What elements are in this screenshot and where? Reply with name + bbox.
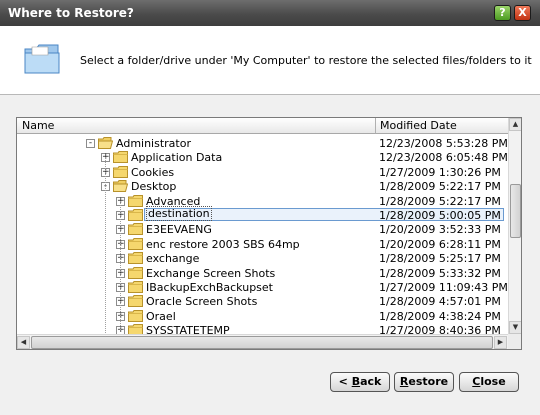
folder-icon [128,194,143,207]
folder-icon [128,209,143,221]
folder-name: Desktop [131,180,177,194]
folder-tree[interactable]: Name Modified Date - Administrator 12/23/2… [16,117,522,350]
tree-row[interactable]: + Application Data 12/23/2008 6:05:48 PM [17,150,508,165]
folder-name: Application Data [131,151,223,165]
tree-rows: - Administrator 12/23/2008 5:53:28 PM + Appl… [17,134,508,334]
modified-date: 12/23/2008 5:53:28 PM [379,137,508,150]
scroll-down-arrow-icon[interactable]: ▼ [509,321,521,334]
tree-row[interactable]: + Exchange Screen Shots 1/28/2009 5:33:32 … [17,266,508,281]
collapse-toggle-icon[interactable]: - [86,139,95,148]
scroll-left-arrow-icon[interactable]: ◀ [17,336,30,349]
folder-icon [113,165,128,178]
folder-icon [128,295,143,308]
tree-row[interactable]: - Administrator 12/23/2008 5:53:28 PM [17,136,508,151]
instruction-text: Select a folder/drive under 'My Computer… [80,54,532,67]
tree-row[interactable]: - Desktop 1/28/2009 5:22:17 PM [17,179,508,194]
horizontal-scroll-thumb[interactable] [31,336,493,349]
folder-icon [24,44,60,74]
folder-name: Orael [146,309,176,323]
modified-date: 1/28/2009 5:22:17 PM [379,194,501,208]
tree-row-selected[interactable]: + destination 1/28/2009 5:00:05 PM [17,206,508,223]
tree-row[interactable]: + Advanced 1/28/2009 5:22:17 PM [17,194,508,209]
modified-date: 1/20/2009 6:28:11 PM [379,237,501,251]
tree-row[interactable]: + IBackupExchBackupset 1/27/2009 11:09:43 … [17,280,508,295]
scroll-right-arrow-icon[interactable]: ▶ [494,336,507,349]
vertical-scrollbar[interactable]: ▲ ▼ [508,118,521,334]
vertical-scroll-thumb[interactable] [510,184,521,238]
open-folder-icon [98,137,114,149]
modified-date: 1/28/2009 5:22:17 PM [379,180,501,194]
modified-date: 1/28/2009 4:38:24 PM [379,309,501,323]
dialog-body: Name Modified Date - Administrator 12/23/2… [0,95,540,415]
back-button[interactable]: < Back [330,372,390,392]
back-button-accesskey: B [351,375,361,388]
tree-guide-line [105,157,106,334]
horizontal-scrollbar[interactable]: ◀ ▶ [17,334,508,349]
folder-icon [113,151,128,164]
folder-icon [128,281,143,293]
modified-date: 1/28/2009 5:25:17 PM [379,252,501,266]
modified-date: 12/23/2008 6:05:48 PM [379,151,508,165]
folder-name: Exchange Screen Shots [146,266,276,280]
column-header-name[interactable]: Name [17,118,376,134]
tree-guide-line [120,200,121,331]
tree-row[interactable]: + Orael 1/28/2009 4:38:24 PM [17,309,508,324]
modified-date: 1/28/2009 4:57:01 PM [379,295,501,309]
column-header-modified-date[interactable]: Modified Date [376,118,508,134]
tree-row[interactable]: + exchange 1/28/2009 5:25:17 PM [17,251,508,266]
scrollbar-corner [508,334,521,349]
folder-name: exchange [146,252,200,266]
folder-name: E3EEVAENG [146,223,212,237]
open-folder-icon [113,180,129,193]
modified-date: 1/28/2009 5:33:32 PM [379,266,501,280]
modified-date: 1/27/2009 8:40:36 PM [379,324,501,334]
window-close-button[interactable]: X [514,5,531,21]
tree-row[interactable]: + Oracle Screen Shots 1/28/2009 4:57:01 PM [17,294,508,309]
modified-date: 1/20/2009 3:52:33 PM [379,223,501,237]
back-button-label: ack [360,375,382,388]
folder-name: SYSSTATETEMP [146,324,230,334]
modified-date: 1/27/2009 1:30:26 PM [379,165,501,179]
dialog-header: Select a folder/drive under 'My Computer… [0,26,540,95]
window-title: Where to Restore? [8,6,134,20]
scroll-up-arrow-icon[interactable]: ▲ [509,118,521,131]
folder-name: enc restore 2003 SBS 64mp [146,237,300,251]
tree-row[interactable]: + SYSSTATETEMP 1/27/2009 8:40:36 PM [17,323,508,334]
where-to-restore-dialog: Where to Restore? ? X Select a folder/dr… [0,0,540,415]
folder-name: Administrator [116,137,191,150]
tree-row[interactable]: + enc restore 2003 SBS 64mp 1/20/2009 6:28… [17,237,508,252]
title-bar[interactable]: Where to Restore? ? X [0,0,540,27]
close-button-label: lose [480,375,506,388]
folder-icon [128,223,143,236]
restore-button[interactable]: Restore [394,372,454,392]
restore-button-label: estore [408,375,449,388]
tree-row[interactable]: + E3EEVAENG 1/20/2009 3:52:33 PM [17,222,508,237]
modified-date: 1/28/2009 5:00:05 PM [379,209,501,222]
folder-name: IBackupExchBackupset [146,281,273,294]
folder-name: Cookies [131,165,175,179]
folder-icon [128,266,143,279]
folder-name: Oracle Screen Shots [146,295,258,309]
folder-icon [128,324,143,334]
folder-icon [128,237,143,250]
back-button-prefix: < [338,375,352,388]
help-button[interactable]: ? [494,5,511,21]
modified-date: 1/27/2009 11:09:43 PM [379,281,508,294]
folder-name: destination [146,206,212,221]
close-button[interactable]: Close [459,372,519,392]
folder-icon [128,309,143,322]
folder-icon [128,252,143,265]
tree-row[interactable]: + Cookies 1/27/2009 1:30:26 PM [17,165,508,180]
